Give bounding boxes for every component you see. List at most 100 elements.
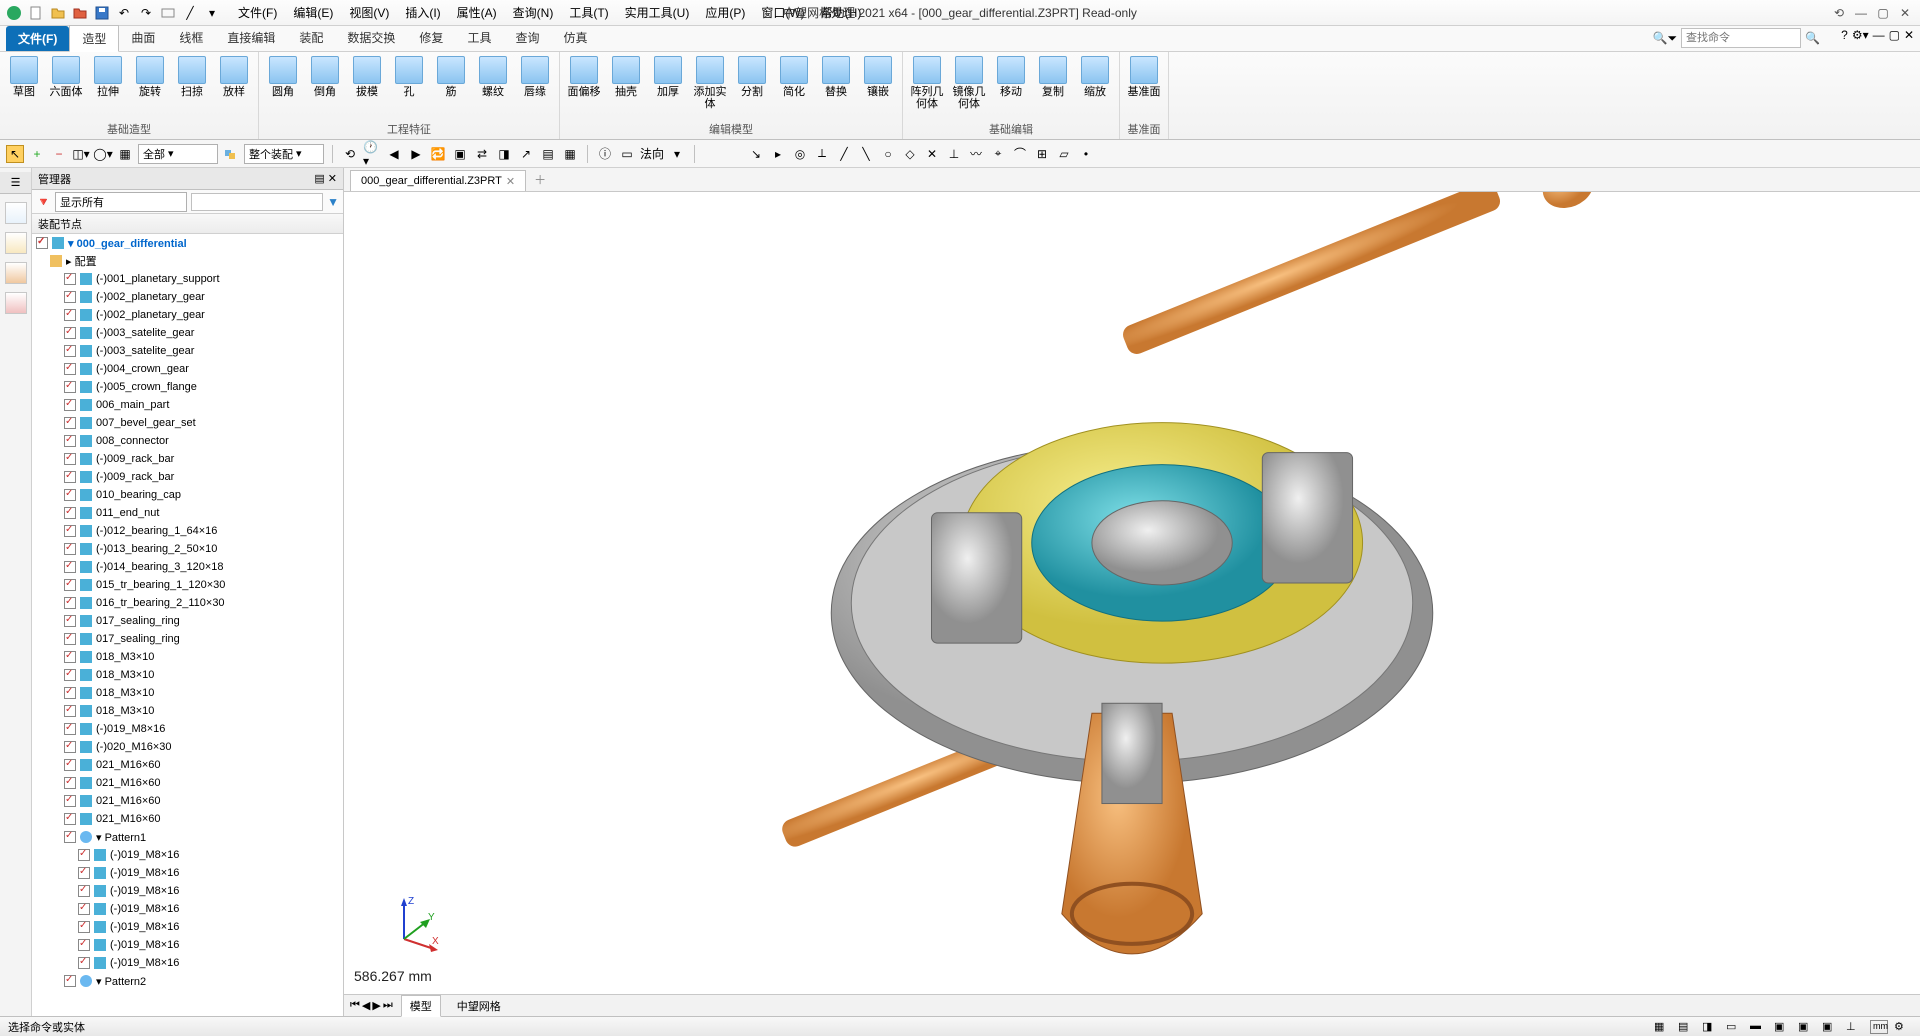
checkbox-icon[interactable]: [64, 741, 76, 753]
filter-combo[interactable]: 显示所有: [55, 192, 187, 212]
tree-row[interactable]: 021_M16×60: [32, 792, 343, 810]
tree-row[interactable]: (-)019_M8×16: [32, 954, 343, 972]
ribbon-button[interactable]: 添加实体: [692, 54, 728, 119]
snap-face-icon[interactable]: ▱: [1055, 145, 1073, 163]
filter-box-icon[interactable]: ▦: [116, 145, 134, 163]
funnel-icon[interactable]: ▼: [327, 195, 339, 209]
ribbon-tab[interactable]: 工具: [455, 25, 503, 51]
checkbox-icon[interactable]: [78, 903, 90, 915]
tree-row[interactable]: (-)014_bearing_3_120×18: [32, 558, 343, 576]
ribbon-button[interactable]: 放样: [216, 54, 252, 119]
menu-item[interactable]: 视图(V): [343, 2, 395, 23]
ribbon-button[interactable]: 扫掠: [174, 54, 210, 119]
ribbon-button[interactable]: 复制: [1035, 54, 1071, 119]
ribbon-button[interactable]: 基准面: [1126, 54, 1162, 119]
menu-item[interactable]: 工具(T): [563, 2, 614, 23]
text-icon[interactable]: ▭: [618, 145, 636, 163]
tree-row[interactable]: (-)005_crown_flange: [32, 378, 343, 396]
ribbon-button[interactable]: 草图: [6, 54, 42, 119]
tree-row[interactable]: 006_main_part: [32, 396, 343, 414]
cursor-icon[interactable]: ↖: [6, 145, 24, 163]
nav-last-icon[interactable]: ⏭: [383, 999, 393, 1012]
checkbox-icon[interactable]: [64, 633, 76, 645]
checkbox-icon[interactable]: [64, 363, 76, 375]
tree-row[interactable]: (-)013_bearing_2_50×10: [32, 540, 343, 558]
tree-row[interactable]: 018_M3×10: [32, 648, 343, 666]
tree-row[interactable]: (-)019_M8×16: [32, 864, 343, 882]
ribbon-tab[interactable]: 线框: [167, 25, 215, 51]
checkbox-icon[interactable]: [36, 237, 48, 249]
menu-item[interactable]: 文件(F): [232, 2, 283, 23]
tree-row[interactable]: (-)019_M8×16: [32, 882, 343, 900]
tree-row[interactable]: 017_sealing_ring: [32, 612, 343, 630]
tree-row[interactable]: (-)003_satelite_gear: [32, 342, 343, 360]
sb-icon-6[interactable]: ▣: [1774, 1020, 1792, 1034]
checkbox-icon[interactable]: [64, 291, 76, 303]
close-doc-icon[interactable]: [72, 5, 88, 21]
nav-next-icon[interactable]: ▶: [372, 999, 380, 1012]
cube-icon[interactable]: ▣: [451, 145, 469, 163]
layers-icon[interactable]: ▤: [539, 145, 557, 163]
nav-first-icon[interactable]: ⏮: [350, 999, 360, 1012]
ribbon-button[interactable]: 替换: [818, 54, 854, 119]
ribbon-button[interactable]: 镜像几何体: [951, 54, 987, 119]
menu-item[interactable]: 应用(P): [699, 2, 751, 23]
ribbon-button[interactable]: 六面体: [48, 54, 84, 119]
sb-icon-1[interactable]: ▦: [1654, 1020, 1672, 1034]
checkbox-icon[interactable]: [64, 579, 76, 591]
visual-view-icon[interactable]: [5, 232, 27, 254]
tree-row[interactable]: 007_bevel_gear_set: [32, 414, 343, 432]
assembly-tree[interactable]: ▾ 000_gear_differential▸ 配置(-)001_planet…: [32, 234, 343, 1016]
ribbon-button[interactable]: 简化: [776, 54, 812, 119]
tree-row[interactable]: 010_bearing_cap: [32, 486, 343, 504]
ribbon-button[interactable]: 缩放: [1077, 54, 1113, 119]
ribbon-restore-icon[interactable]: ▢: [1889, 28, 1900, 42]
assembly-combo[interactable]: 整个装配 ▾: [244, 144, 324, 164]
checkbox-icon[interactable]: [64, 615, 76, 627]
dropdown-icon[interactable]: ▾: [668, 145, 686, 163]
tree-row[interactable]: (-)020_M16×30: [32, 738, 343, 756]
ribbon-tab[interactable]: 造型: [69, 25, 119, 52]
ribbon-button[interactable]: 移动: [993, 54, 1029, 119]
tree-row[interactable]: (-)012_bearing_1_64×16: [32, 522, 343, 540]
checkbox-icon[interactable]: [64, 309, 76, 321]
minimize-icon[interactable]: —: [1852, 6, 1870, 20]
checkbox-icon[interactable]: [64, 759, 76, 771]
checkbox-icon[interactable]: [64, 561, 76, 573]
tree-row[interactable]: 018_M3×10: [32, 684, 343, 702]
snap-int-icon[interactable]: ✕: [923, 145, 941, 163]
tree-row[interactable]: 018_M3×10: [32, 702, 343, 720]
undo-icon[interactable]: ↶: [116, 5, 132, 21]
tree-row[interactable]: 011_end_nut: [32, 504, 343, 522]
checkbox-icon[interactable]: [64, 813, 76, 825]
ribbon-tab-file[interactable]: 文件(F): [6, 26, 69, 51]
snap-end-icon[interactable]: ↘: [747, 145, 765, 163]
checkbox-icon[interactable]: [64, 453, 76, 465]
snap-curve-icon[interactable]: ⌒: [1011, 145, 1029, 163]
tab-close-icon[interactable]: ✕: [506, 175, 515, 188]
checkbox-icon[interactable]: [78, 867, 90, 879]
ribbon-close-icon[interactable]: ✕: [1904, 28, 1914, 42]
snap-perp-icon[interactable]: ⟂: [813, 145, 831, 163]
checkbox-icon[interactable]: [64, 489, 76, 501]
checkbox-icon[interactable]: [64, 651, 76, 663]
box2-icon[interactable]: ▦: [561, 145, 579, 163]
role-view-icon[interactable]: [5, 262, 27, 284]
line-icon[interactable]: ╱: [182, 5, 198, 21]
tree-row[interactable]: (-)002_planetary_gear: [32, 288, 343, 306]
manager-menu-icon[interactable]: ▤ ✕: [314, 172, 337, 185]
ribbon-minimize-icon[interactable]: —: [1873, 28, 1885, 42]
checkbox-icon[interactable]: [64, 435, 76, 447]
refresh-icon[interactable]: ⟲: [341, 145, 359, 163]
filter-combo[interactable]: 全部 ▾: [138, 144, 218, 164]
forward-icon[interactable]: ▶: [407, 145, 425, 163]
tree-row[interactable]: (-)002_planetary_gear: [32, 306, 343, 324]
save-icon[interactable]: [94, 5, 110, 21]
tree-row[interactable]: ▾ 000_gear_differential: [32, 234, 343, 252]
ribbon-button[interactable]: 加厚: [650, 54, 686, 119]
search-go-icon[interactable]: 🔍: [1805, 31, 1820, 45]
menu-item[interactable]: 实用工具(U): [619, 2, 696, 23]
snap-circle-icon[interactable]: ○: [879, 145, 897, 163]
ribbon-button[interactable]: 螺纹: [475, 54, 511, 119]
sb-icon-2[interactable]: ▤: [1678, 1020, 1696, 1034]
